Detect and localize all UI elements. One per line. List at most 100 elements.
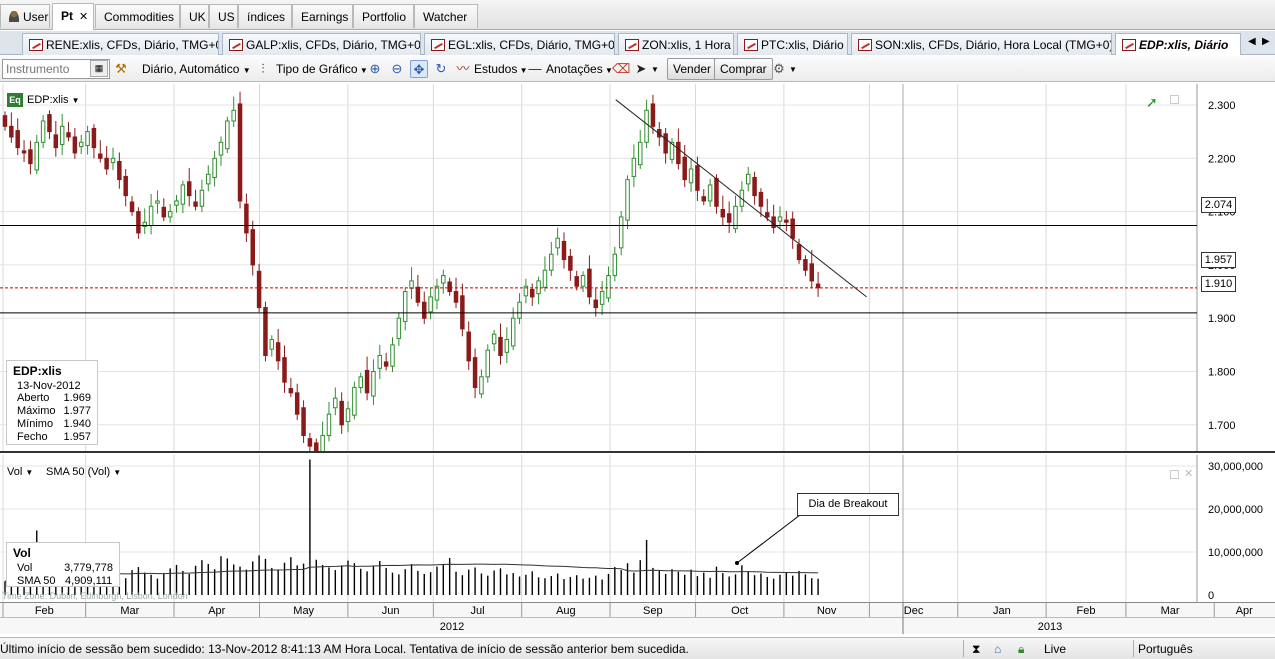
info-title: Vol xyxy=(13,546,31,560)
candle-body xyxy=(606,275,611,299)
tab-uk[interactable]: UK xyxy=(180,4,209,28)
candle-body xyxy=(644,109,649,143)
hline-label: 2.074 xyxy=(1201,197,1236,213)
sma-dropdown[interactable]: SMA 50 (Vol) ▼ xyxy=(46,466,121,478)
price-chart[interactable]: 2.3002.2002.1002.0001.9001.8001.7001.600 xyxy=(0,84,1275,485)
price-pane[interactable]: 2.3002.2002.1002.0001.9001.8001.7001.600… xyxy=(0,84,1275,485)
tab-next-arrow-icon[interactable]: ▶ xyxy=(1262,36,1270,47)
zoom-out-icon[interactable]: ⊖ xyxy=(388,60,406,78)
candle-body xyxy=(218,141,224,156)
chart-tab-galp[interactable]: GALP:xlis, CFDs, Diário, TMG+0 xyxy=(222,33,421,55)
workspace-tab-bar: User Pt ✕ Commodities UK US índices Earni… xyxy=(0,0,1275,30)
chart-icon xyxy=(1122,39,1136,51)
chart-tab-bar: RENE:xlis, CFDs, Diário, TMG+0 GALP:xlis… xyxy=(0,31,1275,55)
candle-body xyxy=(815,283,821,289)
month-label: Aug xyxy=(556,605,576,617)
chart-tab-zon[interactable]: ZON:xlis, 1 Hora xyxy=(618,33,734,55)
info-row: Aberto 1.969 xyxy=(13,392,91,405)
line-tool-icon: — xyxy=(528,61,542,76)
volume-pane[interactable]: 30,000,000 20,000,000 10,000,000 0 Vol ▼ SM… xyxy=(0,455,1275,602)
eraser-icon[interactable]: ⌫ xyxy=(612,60,630,78)
candle-body xyxy=(364,369,370,394)
chart-tab-son[interactable]: SON:xlis, CFDs, Diário, Hora Local (TMG+… xyxy=(851,33,1112,55)
chart-tab-label: PTC:xlis, Diário xyxy=(761,38,844,52)
zoom-in-icon[interactable]: ⊕ xyxy=(366,60,384,78)
sell-button[interactable]: Vender xyxy=(667,58,718,80)
info-value: 1.969 xyxy=(63,392,91,404)
candle-body xyxy=(123,175,128,197)
chart-tab-egl[interactable]: EGL:xlis, CFDs, Diário, TMG+0 xyxy=(424,33,615,55)
chart-tab-edp[interactable]: EDP:xlis, Diário xyxy=(1115,33,1241,55)
chart-type-dropdown[interactable]: Tipo de Gráfico ▼ xyxy=(276,60,368,79)
candle-body xyxy=(371,371,376,397)
status-message: Último início de sessão bem sucedido: 13… xyxy=(0,642,689,656)
candle-body xyxy=(428,296,433,313)
candle-body xyxy=(472,357,478,388)
tab-user[interactable]: User xyxy=(0,4,50,28)
chevron-down-icon: ▼ xyxy=(242,66,251,75)
tab-label: Watcher xyxy=(423,10,468,24)
buy-button[interactable]: Comprar xyxy=(714,58,773,80)
tab-label: índices xyxy=(247,10,286,24)
candle-body xyxy=(441,275,446,284)
chevron-down-icon[interactable]: ▼ xyxy=(651,60,659,79)
tab-commodities[interactable]: Commodities xyxy=(95,4,180,28)
tab-portfolio[interactable]: Portfolio xyxy=(353,4,414,28)
tab-label: Earnings xyxy=(301,10,349,24)
vol-dropdown[interactable]: Vol ▼ xyxy=(7,466,33,478)
tab-earnings[interactable]: Earnings xyxy=(292,4,353,28)
candle-body xyxy=(40,120,46,143)
tab-watcher[interactable]: Watcher xyxy=(414,4,478,28)
month-label: Jan xyxy=(993,605,1011,617)
chart-tab-ptc[interactable]: PTC:xlis, Diário xyxy=(737,33,848,55)
candle-body xyxy=(415,286,421,303)
candle-body xyxy=(612,253,618,277)
tab-label: Pt xyxy=(61,9,73,23)
chart-settings-icon[interactable]: ⚒ xyxy=(112,60,130,78)
tab-us[interactable]: US xyxy=(209,4,238,28)
info-value: 1.977 xyxy=(63,405,91,417)
symbol-dropdown[interactable]: EDP:xlis ▼ xyxy=(27,94,80,106)
plot-background xyxy=(0,455,1197,602)
chart-icon xyxy=(29,39,43,51)
candle-body xyxy=(256,270,262,309)
tab-indices[interactable]: índices xyxy=(238,4,292,28)
interval-label: Diário, Automático xyxy=(142,62,240,76)
month-label: Mar xyxy=(120,605,139,617)
chevron-down-icon[interactable]: ▼ xyxy=(789,60,797,79)
candle-body xyxy=(599,291,605,305)
symbol-label: EDP:xlis xyxy=(27,94,69,106)
candle-body xyxy=(720,208,726,218)
tab-pt[interactable]: Pt ✕ xyxy=(52,3,94,30)
close-icon[interactable]: ✕ xyxy=(79,11,88,23)
chart-tab-rene[interactable]: RENE:xlis, CFDs, Diário, TMG+0 xyxy=(22,33,219,55)
candle-body xyxy=(796,244,802,261)
maximize-icon[interactable] xyxy=(1170,95,1179,104)
instrument-lookup-icon[interactable]: ▦ xyxy=(90,60,108,77)
candle-body xyxy=(663,133,668,154)
candle-body xyxy=(491,333,497,345)
info-value: 4,909,111 xyxy=(65,575,113,587)
maximize-icon[interactable] xyxy=(1170,470,1179,479)
refresh-icon[interactable]: ↻ xyxy=(432,60,450,78)
month-label: Jun xyxy=(382,605,400,617)
candle-body xyxy=(237,103,243,202)
studies-dropdown[interactable]: Estudos ▼ xyxy=(474,60,528,79)
info-value: 3,779,778 xyxy=(64,562,113,574)
vol-label: Vol xyxy=(7,466,23,478)
close-icon[interactable]: ✕ xyxy=(1184,467,1193,480)
chart-icon xyxy=(858,39,872,51)
candle-body xyxy=(402,291,408,322)
pan-icon[interactable]: ✥ xyxy=(410,60,428,78)
share-icon[interactable]: ⚙ xyxy=(770,60,788,78)
volume-chart[interactable]: 30,000,000 20,000,000 10,000,000 0 xyxy=(0,455,1275,602)
interval-dropdown[interactable]: Diário, Automático ▼ xyxy=(142,60,251,79)
candle-body xyxy=(447,281,452,293)
tab-prev-arrow-icon[interactable]: ◀ xyxy=(1248,36,1256,47)
annotations-dropdown[interactable]: Anotações ▼ xyxy=(546,60,613,79)
breakout-annotation[interactable]: Dia de Breakout xyxy=(797,493,899,516)
pointer-icon[interactable]: ➤ xyxy=(632,60,650,78)
month-label: Dec xyxy=(904,605,924,617)
candle-body xyxy=(72,136,78,154)
language-selector[interactable]: Português xyxy=(1138,642,1193,656)
